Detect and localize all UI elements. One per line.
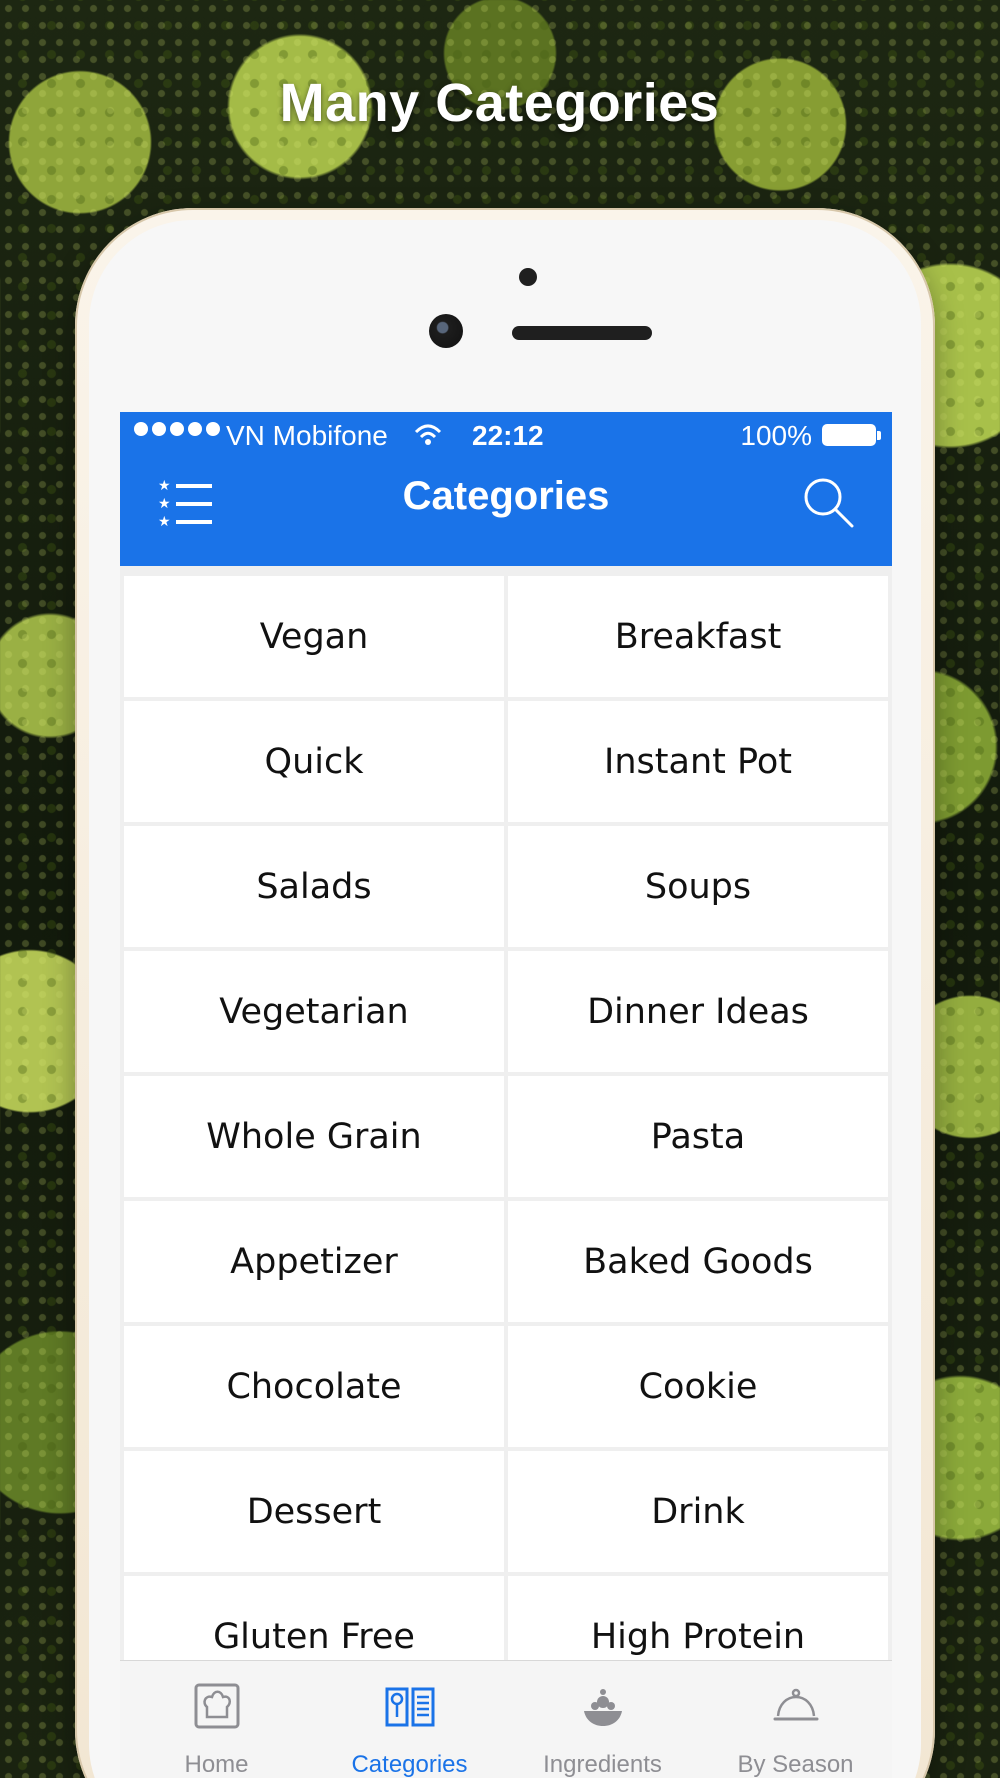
category-tile[interactable]: Baked Goods xyxy=(508,1201,888,1322)
search-icon[interactable] xyxy=(802,476,856,530)
nav-bar: ★ ★ ★ Categories xyxy=(120,464,892,566)
category-tile[interactable]: Soups xyxy=(508,826,888,947)
category-tile[interactable]: Breakfast xyxy=(508,576,888,697)
bottom-tab-bar: Home Categories Ingredients By Season xyxy=(120,1660,892,1778)
category-tile[interactable]: Instant Pot xyxy=(508,701,888,822)
page-title: Categories xyxy=(402,474,610,518)
headline: Many Categories xyxy=(279,73,720,133)
tab-label-categories: Categories xyxy=(351,1751,468,1778)
recipe-book-icon xyxy=(385,1687,434,1727)
category-tile[interactable]: Vegan xyxy=(124,576,504,697)
status-bar: VN Mobifone 22:12 100% xyxy=(120,412,892,464)
category-tile[interactable]: Quick xyxy=(124,701,504,822)
tab-categories[interactable]: Categories xyxy=(313,1661,506,1778)
category-tile[interactable]: Dinner Ideas xyxy=(508,951,888,1072)
category-tile[interactable]: Pasta xyxy=(508,1076,888,1197)
category-tile[interactable]: Chocolate xyxy=(124,1326,504,1447)
front-camera xyxy=(429,314,463,348)
battery-icon xyxy=(822,424,881,446)
tab-ingredients[interactable]: Ingredients xyxy=(506,1661,699,1778)
category-tile[interactable]: Vegetarian xyxy=(124,951,504,1072)
ingredients-icon xyxy=(583,1689,622,1726)
category-tile[interactable]: Drink xyxy=(508,1451,888,1572)
tab-label-by-season: By Season xyxy=(737,1751,854,1778)
cloche-icon xyxy=(773,1688,818,1721)
tab-label-home: Home xyxy=(184,1751,249,1778)
status-time: 22:12 xyxy=(472,420,544,451)
category-grid: Vegan Breakfast Quick Instant Pot Salads… xyxy=(124,576,888,1697)
category-tile[interactable]: Appetizer xyxy=(124,1201,504,1322)
home-chef-icon xyxy=(194,1683,239,1729)
tab-home[interactable]: Home xyxy=(120,1661,313,1778)
category-tile[interactable]: Whole Grain xyxy=(124,1076,504,1197)
top-bar: VN Mobifone 22:12 100% ★ ★ ★ Categories xyxy=(120,412,892,566)
category-tile[interactable]: Cookie xyxy=(508,1326,888,1447)
signal-strength-icon xyxy=(134,422,220,436)
speaker-grille xyxy=(512,326,652,340)
tab-label-ingredients: Ingredients xyxy=(543,1751,662,1778)
carrier-label: VN Mobifone xyxy=(226,420,388,451)
tab-by-season[interactable]: By Season xyxy=(699,1661,892,1778)
wifi-icon xyxy=(414,424,442,445)
category-tile[interactable]: Salads xyxy=(124,826,504,947)
category-tile[interactable]: Dessert xyxy=(124,1451,504,1572)
battery-percent: 100% xyxy=(740,420,812,451)
app-screen: VN Mobifone 22:12 100% ★ ★ ★ Categories xyxy=(120,412,892,1778)
proximity-sensor xyxy=(519,268,537,286)
